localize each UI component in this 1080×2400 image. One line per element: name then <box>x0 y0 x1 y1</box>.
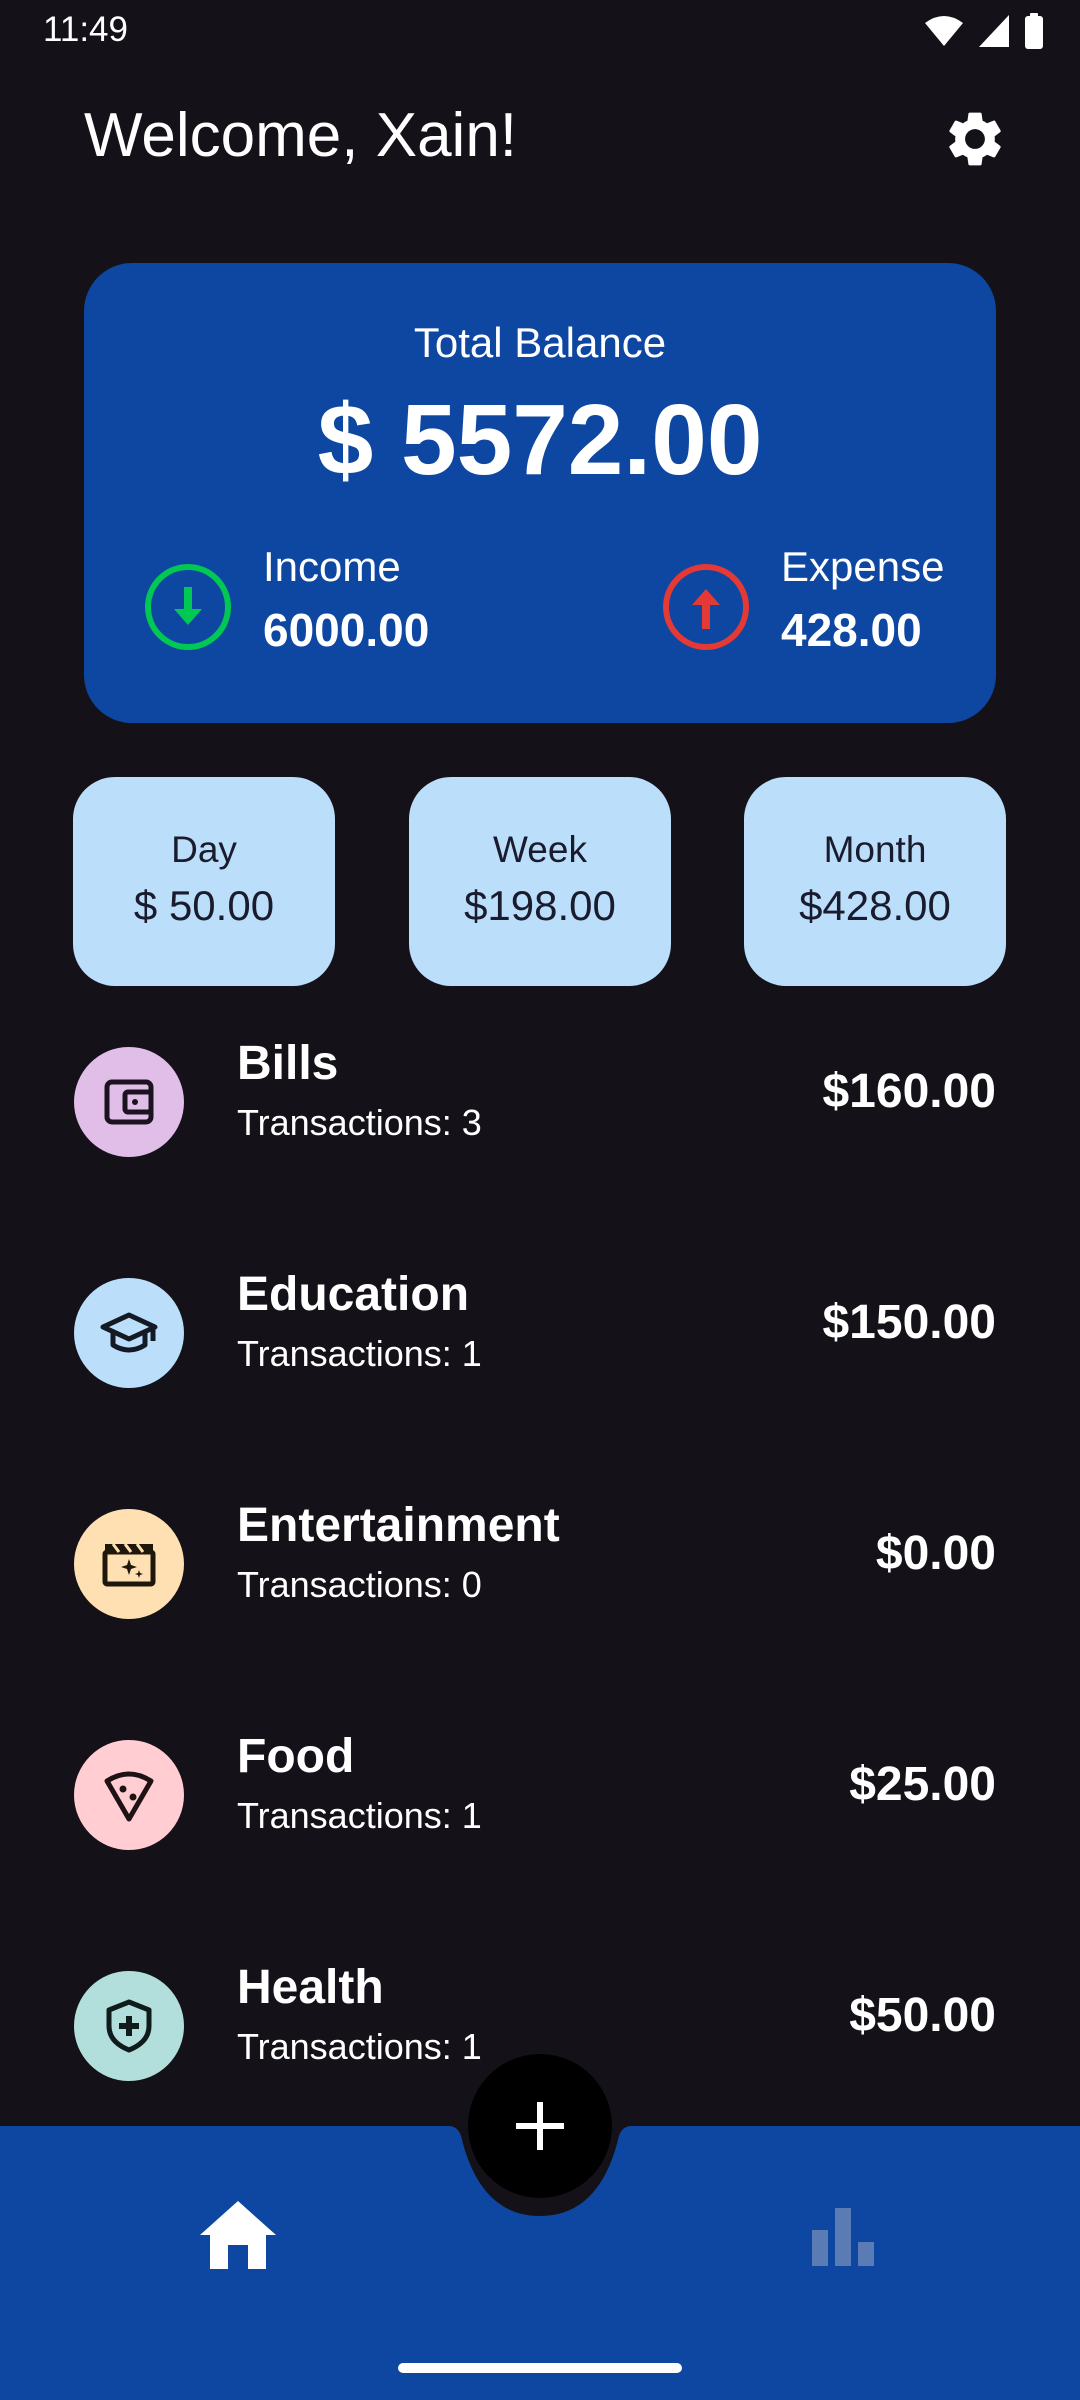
status-time: 11:49 <box>43 10 128 49</box>
category-name: Health <box>237 1961 384 2014</box>
gear-icon <box>949 112 1001 166</box>
bar-chart-icon <box>812 2208 874 2266</box>
category-icon-bg <box>74 1509 184 1619</box>
category-transaction-count: Transactions: 1 <box>237 2026 482 2067</box>
income-value: 6000.00 <box>263 604 430 656</box>
settings-button[interactable] <box>940 104 1010 174</box>
arrow-up-circle-icon <box>663 564 749 650</box>
category-transaction-count: Transactions: 1 <box>237 1333 482 1374</box>
wifi-icon <box>925 16 963 46</box>
period-value: $428.00 <box>799 882 951 929</box>
category-amount: $160.00 <box>822 1065 996 1118</box>
period-label: Day <box>171 829 237 870</box>
category-name: Food <box>237 1730 355 1783</box>
category-amount: $0.00 <box>875 1527 996 1580</box>
category-icon-bg <box>74 1971 184 2081</box>
nav-home-button[interactable] <box>195 2192 281 2278</box>
category-transaction-count: Transactions: 1 <box>237 1795 482 1836</box>
period-label: Month <box>823 829 927 870</box>
balance-label: Total Balance <box>413 319 667 366</box>
welcome-title: Welcome, Xain! <box>84 101 518 170</box>
category-name: Entertainment <box>237 1499 560 1552</box>
nav-stats-button[interactable] <box>800 2192 886 2278</box>
period-value: $198.00 <box>464 882 616 929</box>
wallet-icon <box>104 1079 154 1125</box>
category-icon-bg <box>74 1740 184 1850</box>
category-transaction-count: Transactions: 3 <box>237 1102 482 1143</box>
signal-icon <box>979 15 1009 47</box>
battery-icon <box>1025 13 1043 49</box>
period-value: $ 50.00 <box>133 882 275 929</box>
app-screen: 11:49 Welcome, Xain! Total Balance $ 557… <box>0 0 1080 2400</box>
pizza-icon <box>104 1771 154 1822</box>
status-icons <box>924 13 1044 49</box>
category-transaction-count: Transactions: 0 <box>237 1564 482 1605</box>
category-name: Bills <box>237 1037 339 1090</box>
add-transaction-button[interactable] <box>468 2054 612 2198</box>
home-icon <box>200 2201 276 2269</box>
gesture-navigation-bar[interactable] <box>398 2363 682 2373</box>
category-amount: $25.00 <box>849 1758 996 1811</box>
arrow-down-circle-icon <box>145 564 231 650</box>
graduation-cap-icon <box>100 1312 158 1353</box>
shield-plus-icon <box>106 1999 152 2053</box>
category-item-bills[interactable]: Bills Transactions: 3 $160.00 <box>0 1018 1080 1198</box>
category-icon-bg <box>74 1047 184 1157</box>
category-amount: $150.00 <box>822 1296 996 1349</box>
period-month-card[interactable]: Month $428.00 <box>744 777 1006 986</box>
plus-icon <box>516 2102 564 2150</box>
balance-card: Total Balance $ 5572.00 Income 6000.00 E… <box>84 263 996 723</box>
status-bar: 11:49 <box>0 0 1080 60</box>
category-item-education[interactable]: Education Transactions: 1 $150.00 <box>0 1249 1080 1429</box>
category-amount: $50.00 <box>849 1989 996 2042</box>
category-item-entertainment[interactable]: Entertainment Transactions: 0 $0.00 <box>0 1480 1080 1660</box>
expense-label: Expense <box>781 543 945 590</box>
period-label: Week <box>493 829 587 870</box>
expense-value: 428.00 <box>781 604 922 656</box>
category-name: Education <box>237 1268 470 1321</box>
category-item-food[interactable]: Food Transactions: 1 $25.00 <box>0 1711 1080 1891</box>
movie-icon <box>102 1543 156 1587</box>
category-icon-bg <box>74 1278 184 1388</box>
balance-value: $ 5572.00 <box>317 384 763 496</box>
income-label: Income <box>263 543 401 590</box>
period-day-card[interactable]: Day $ 50.00 <box>73 777 335 986</box>
period-week-card[interactable]: Week $198.00 <box>409 777 671 986</box>
